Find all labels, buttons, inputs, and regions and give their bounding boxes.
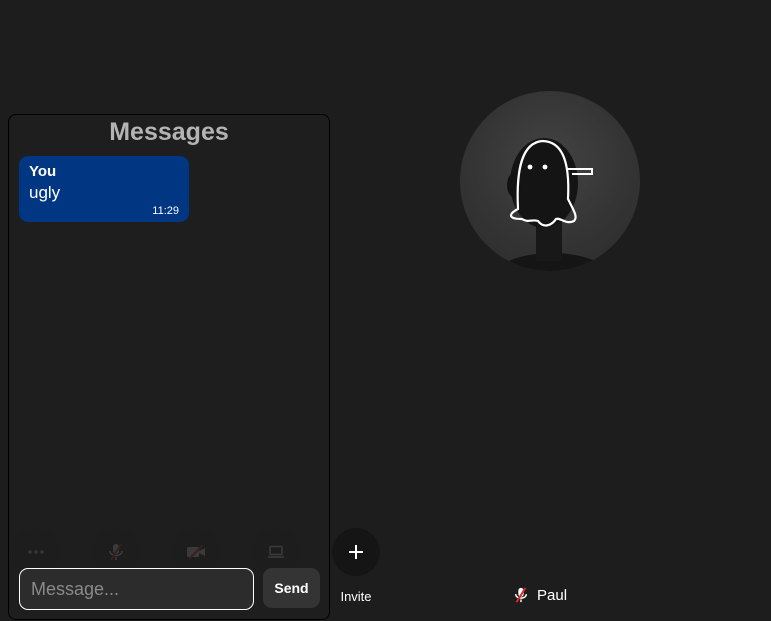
message-input[interactable] bbox=[19, 568, 254, 610]
chat-title: Messages bbox=[109, 118, 229, 146]
invite-label: Invite bbox=[340, 589, 372, 604]
message-bubble: You ugly 11:29 bbox=[19, 156, 189, 222]
message-author: You bbox=[29, 163, 57, 180]
message-text: ugly bbox=[29, 183, 61, 202]
call-screen: Invite Messages You ugly 11:29 Send Paul bbox=[0, 0, 771, 621]
send-button[interactable]: Send bbox=[263, 568, 320, 608]
mic-muted-icon bbox=[514, 587, 528, 603]
plus-icon bbox=[349, 545, 363, 559]
participant-name: Paul bbox=[537, 586, 568, 604]
ghost-avatar-icon bbox=[494, 138, 610, 271]
participant-label: Paul bbox=[513, 585, 567, 605]
invite-button[interactable] bbox=[332, 528, 380, 576]
message-time: 11:29 bbox=[152, 205, 179, 217]
participant-avatar bbox=[460, 91, 640, 271]
chat-panel: Messages You ugly 11:29 Send bbox=[8, 114, 330, 620]
